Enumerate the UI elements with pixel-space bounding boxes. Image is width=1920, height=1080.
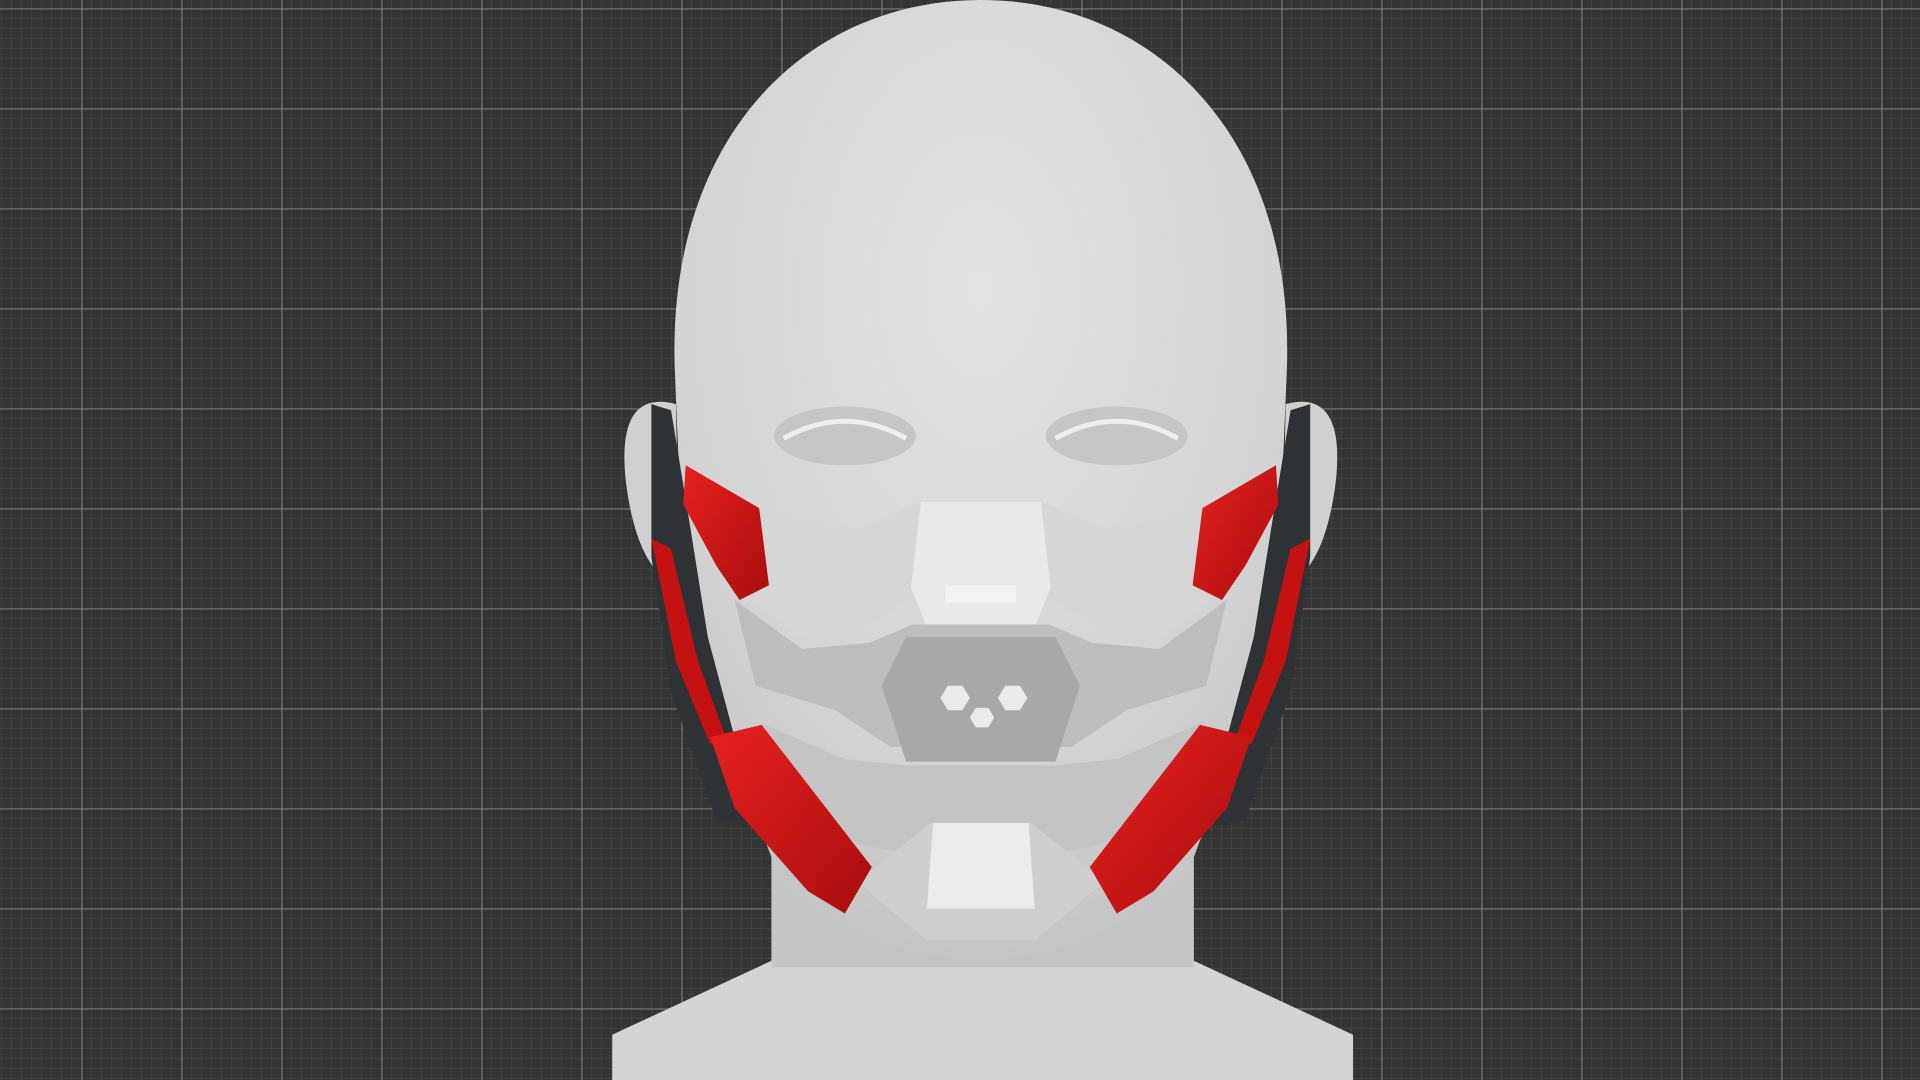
mask-center-plate [881, 636, 1080, 762]
left-eye [773, 406, 916, 466]
3d-scene [612, 0, 1354, 1080]
3d-viewport-grid[interactable] [0, 0, 1920, 1080]
bust-base [612, 955, 1354, 1080]
mask-nose-bridge [911, 502, 1051, 627]
mask-chin-plate [926, 822, 1035, 909]
right-eye [1045, 406, 1188, 466]
